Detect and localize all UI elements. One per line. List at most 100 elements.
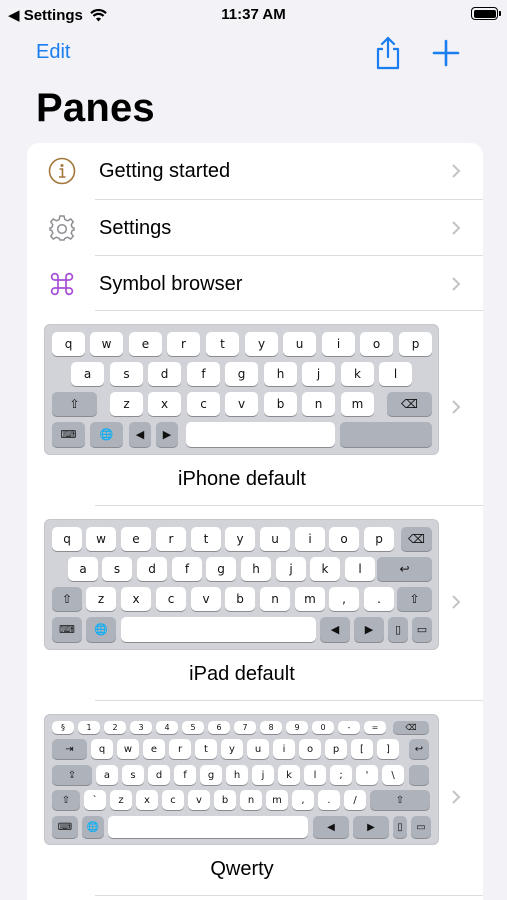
key: x (136, 790, 158, 810)
key: ⇧ (370, 790, 430, 810)
key: a (71, 362, 104, 386)
key: 8 (260, 721, 282, 734)
key: f (172, 557, 202, 581)
key: j (276, 557, 306, 581)
key: - (338, 721, 360, 734)
key: v (225, 392, 258, 416)
chevron-right-icon (452, 400, 461, 414)
chevron-right-icon (452, 277, 461, 291)
key: = (364, 721, 386, 734)
key: ⇧ (52, 392, 97, 416)
key: r (167, 332, 200, 356)
plus-icon[interactable] (432, 39, 460, 67)
list-item-symbol-browser[interactable]: Symbol browser (27, 256, 483, 312)
key: l (379, 362, 412, 386)
keyboard-name: iPhone default (178, 468, 306, 490)
key: o (299, 739, 321, 759)
key: 4 (156, 721, 178, 734)
key: h (241, 557, 271, 581)
key: ⌫ (393, 721, 429, 734)
chevron-right-icon (452, 221, 461, 235)
key: y (225, 527, 255, 551)
key: c (156, 587, 186, 611)
key: h (226, 765, 248, 785)
key: l (304, 765, 326, 785)
key: ⌫ (387, 392, 432, 416)
key: 1 (78, 721, 100, 734)
key: w (90, 332, 123, 356)
share-icon[interactable] (374, 36, 402, 70)
keyboard-preview: § 1 2 3 4 5 6 7 8 9 0- = ⌫ ⇥ q w e r t y u i o p[] ↩ ⇪ a s d f g h j k l; '… (44, 714, 439, 845)
key: j (252, 765, 274, 785)
key: i (273, 739, 295, 759)
key: p (364, 527, 394, 551)
key: 5 (182, 721, 204, 734)
key: b (264, 392, 297, 416)
key: w (117, 739, 139, 759)
key: x (148, 392, 181, 416)
key: 🌐 (82, 816, 104, 838)
key: r (169, 739, 191, 759)
chevron-right-icon (452, 790, 461, 804)
key: d (137, 557, 167, 581)
list-item-iphone-default[interactable]: q w e r t y u i o p a s d f g h j k l ⇧ z x c v b n m ⌫ ⌨ 🌐 ◀ ▶ iPhone … (27, 311, 483, 505)
key: ⇧ (52, 790, 80, 810)
key: ⌫ (401, 527, 432, 551)
key: 3 (130, 721, 152, 734)
key: ▶ (353, 816, 389, 838)
keyboard-preview: q w e r t y u i o p a s d f g h j k l ⇧ z x c v b n m ⌫ ⌨ 🌐 ◀ ▶ (44, 324, 439, 455)
key: g (200, 765, 222, 785)
key: a (68, 557, 98, 581)
keyboard-preview: q w e r t y u i o p ⌫ a s d f g h j k l ↩ ⇧ z x c v b n m,. ⇧ ⌨ 🌐 ◀ ▶ ▯ ▭ (44, 519, 439, 650)
key (186, 422, 335, 447)
key: o (329, 527, 359, 551)
key: , (292, 790, 314, 810)
list-item-settings[interactable]: Settings (27, 200, 483, 256)
gear-icon (47, 213, 77, 243)
key: c (162, 790, 184, 810)
key: . (364, 587, 394, 611)
chevron-right-icon (452, 164, 461, 178)
key: q (52, 527, 82, 551)
key: , (329, 587, 359, 611)
key: t (195, 739, 217, 759)
list-item-label: Getting started (99, 159, 231, 182)
key: d (148, 765, 170, 785)
list-item-ipad-default[interactable]: q w e r t y u i o p ⌫ a s d f g h j k l ↩ ⇧ z x c v b n m,. ⇧ ⌨ 🌐 ◀ ▶ ▯ ▭ i… (27, 506, 483, 700)
key (340, 422, 432, 447)
list-item-getting-started[interactable]: Getting started (27, 143, 483, 199)
keyboard-name: iPad default (189, 663, 295, 685)
info-icon (47, 156, 77, 186)
key: l (345, 557, 375, 581)
key: ▯ (393, 816, 407, 838)
key: ⇧ (397, 587, 432, 611)
key: s (110, 362, 143, 386)
key: v (191, 587, 221, 611)
key: v (188, 790, 210, 810)
key: ▯ (388, 617, 408, 642)
key: y (245, 332, 278, 356)
key: k (341, 362, 374, 386)
key: f (174, 765, 196, 785)
key: ` (84, 790, 106, 810)
key: h (264, 362, 297, 386)
key: 7 (234, 721, 256, 734)
key: r (156, 527, 186, 551)
key: j (302, 362, 335, 386)
key: ◀ (320, 617, 350, 642)
command-icon (47, 269, 77, 299)
key: z (110, 392, 143, 416)
key: u (283, 332, 316, 356)
key: . (318, 790, 340, 810)
key (121, 617, 316, 642)
key: x (121, 587, 151, 611)
key: n (240, 790, 262, 810)
key: ↩ (377, 557, 432, 581)
divider (95, 895, 483, 896)
list-item-qwerty[interactable]: § 1 2 3 4 5 6 7 8 9 0- = ⌫ ⇥ q w e r t y u i o p[] ↩ ⇪ a s d f g h j k l; '… (27, 701, 483, 895)
key: ◀ (313, 816, 349, 838)
key: ⌨ (52, 617, 82, 642)
edit-button[interactable]: Edit (36, 41, 70, 64)
key: m (266, 790, 288, 810)
key: a (96, 765, 118, 785)
